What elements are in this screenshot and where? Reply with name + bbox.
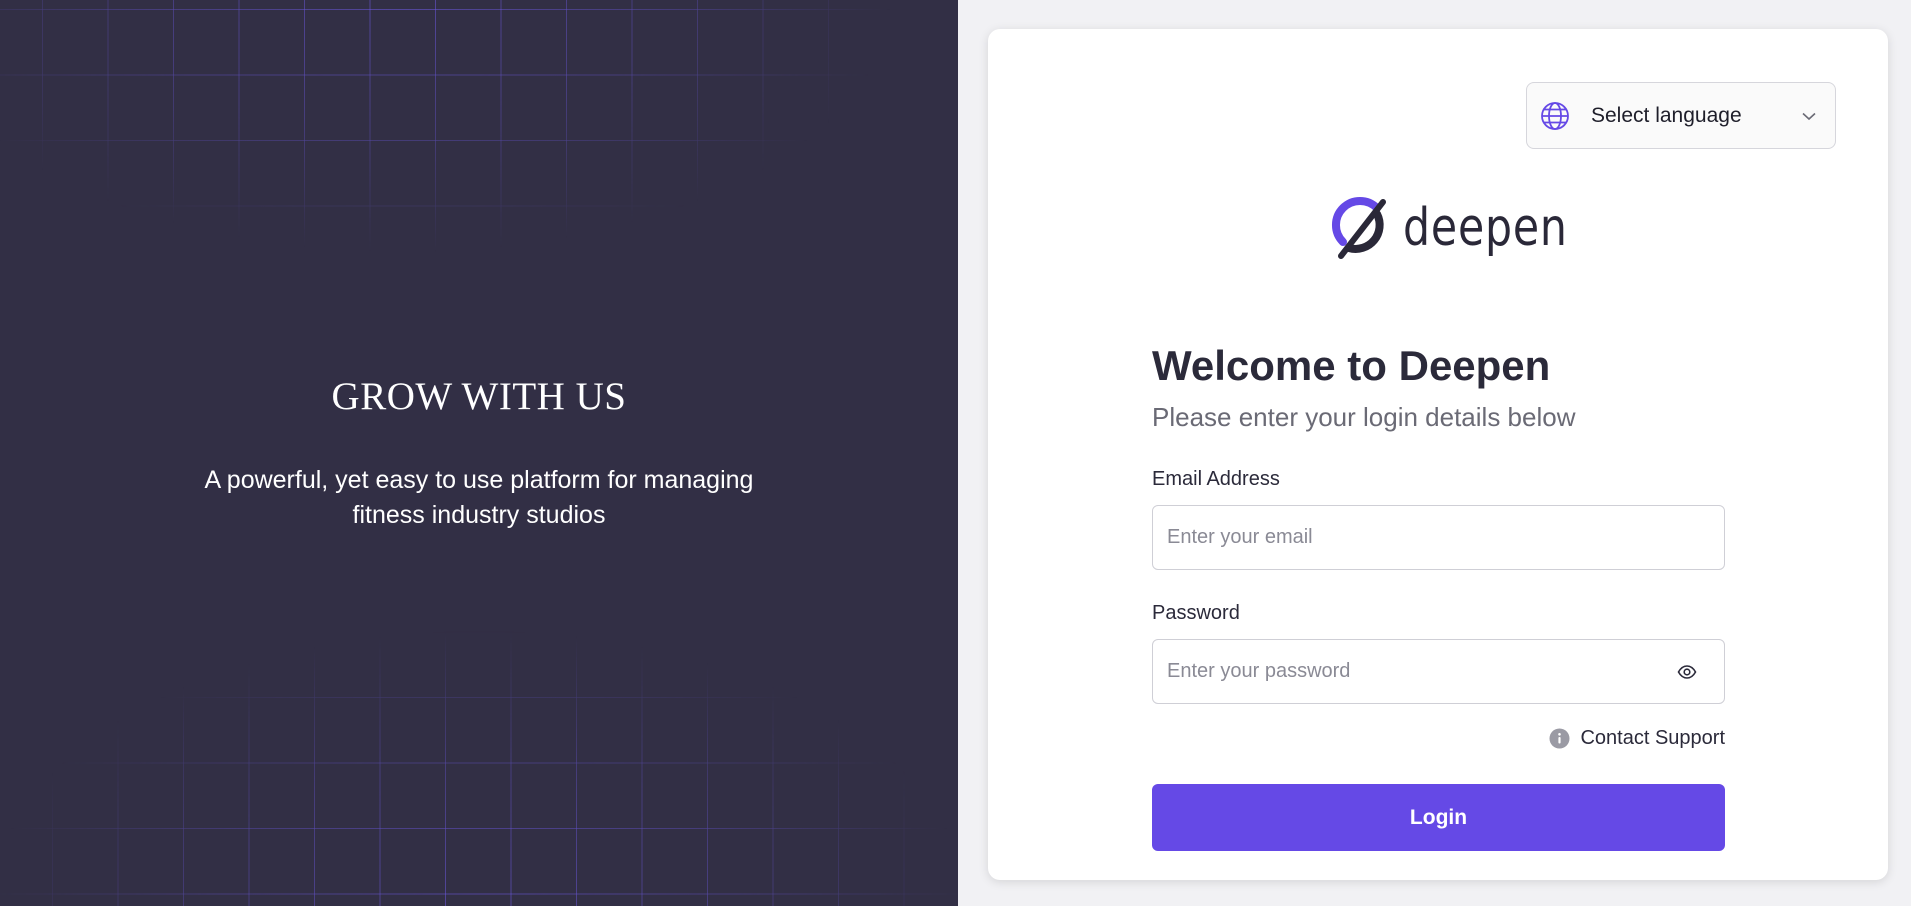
language-select-label: Select language xyxy=(1591,103,1742,127)
grid-decoration-top xyxy=(0,0,958,330)
info-icon xyxy=(1549,728,1570,749)
language-select[interactable]: Select language xyxy=(1526,82,1836,149)
brand-logo: deepen xyxy=(1331,193,1604,263)
password-label: Password xyxy=(1152,602,1240,624)
show-password-icon[interactable] xyxy=(1677,662,1697,682)
grid-decoration-bottom xyxy=(0,546,958,906)
page-title: Welcome to Deepen xyxy=(1152,342,1551,389)
email-field[interactable] xyxy=(1152,505,1725,570)
login-card: Select language deepen Welcome to Deepen… xyxy=(988,29,1888,880)
chevron-down-icon xyxy=(1801,108,1817,124)
deepen-logo-icon xyxy=(1331,196,1393,260)
page-subtitle: Please enter your login details below xyxy=(1152,402,1576,432)
password-field[interactable] xyxy=(1152,639,1725,704)
hero-panel: GROW WITH US A powerful, yet easy to use… xyxy=(0,0,958,906)
email-label: Email Address xyxy=(1152,468,1280,490)
hero-title: GROW WITH US xyxy=(331,375,627,418)
contact-support-label: Contact Support xyxy=(1580,727,1725,749)
globe-icon xyxy=(1539,100,1571,132)
contact-support-link[interactable]: Contact Support xyxy=(1549,727,1725,750)
hero-subtitle: A powerful, yet easy to use platform for… xyxy=(204,466,754,529)
brand-name: deepen xyxy=(1403,198,1568,258)
login-button[interactable]: Login xyxy=(1152,784,1725,851)
